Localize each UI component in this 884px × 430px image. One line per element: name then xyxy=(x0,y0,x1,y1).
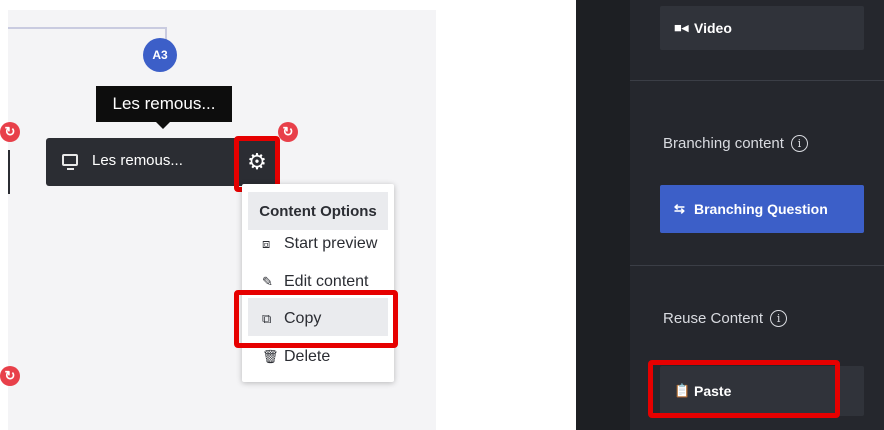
branch-icon: ⇆ xyxy=(674,201,685,216)
menu-title: Content Options xyxy=(248,192,388,230)
sync-icon[interactable]: ↻ xyxy=(0,366,20,386)
menu-item-label: Edit content xyxy=(284,273,369,290)
reuse-content-heading: Reuse Content i xyxy=(663,310,788,327)
sync-icon[interactable]: ↻ xyxy=(0,122,20,142)
highlight-copy xyxy=(234,290,398,348)
video-button[interactable]: ■◂ Video xyxy=(660,6,864,50)
trash-icon: 🗑 xyxy=(262,349,279,364)
info-icon[interactable]: i xyxy=(770,310,788,327)
sync-icon[interactable]: ↻ xyxy=(278,122,298,142)
highlight-paste xyxy=(648,360,840,418)
menu-item-delete[interactable]: 🗑 Delete xyxy=(262,348,330,366)
node-badge[interactable]: A3 xyxy=(143,38,177,72)
right-panel: ■◂ Video Branching content i ⇆ Branching… xyxy=(576,0,884,430)
content-options-menu: Content Options ⧈ Start preview ✎ Edit c… xyxy=(242,184,394,382)
menu-item-edit-content[interactable]: ✎ Edit content xyxy=(262,273,369,291)
video-label: Video xyxy=(694,20,732,36)
menu-item-label: Delete xyxy=(284,348,331,365)
monitor-icon xyxy=(62,154,78,170)
heading-text: Reuse Content xyxy=(663,310,764,327)
branching-question-button[interactable]: ⇆ Branching Question xyxy=(660,185,864,233)
divider xyxy=(630,80,884,81)
divider xyxy=(630,265,884,266)
connector-line xyxy=(8,27,166,29)
node-tooltip: Les remous... xyxy=(96,86,232,122)
node-edge xyxy=(8,150,10,194)
menu-item-start-preview[interactable]: ⧈ Start preview xyxy=(262,235,377,253)
branching-content-heading: Branching content i xyxy=(663,135,808,152)
video-camera-icon: ■◂ xyxy=(674,20,689,35)
sidebar-strip xyxy=(576,0,630,430)
info-icon[interactable]: i xyxy=(790,135,808,152)
menu-item-label: Start preview xyxy=(284,235,378,252)
node-label: Les remous... xyxy=(92,152,183,169)
play-square-icon: ⧈ xyxy=(262,236,271,251)
left-panel: A3 Les remous... ↻ ↻ ↻ Les remous... ⚙ C… xyxy=(0,0,470,430)
branching-question-label: Branching Question xyxy=(694,201,828,217)
tooltip-arrow xyxy=(155,121,171,129)
pencil-icon: ✎ xyxy=(262,274,273,289)
heading-text: Branching content xyxy=(663,135,784,152)
